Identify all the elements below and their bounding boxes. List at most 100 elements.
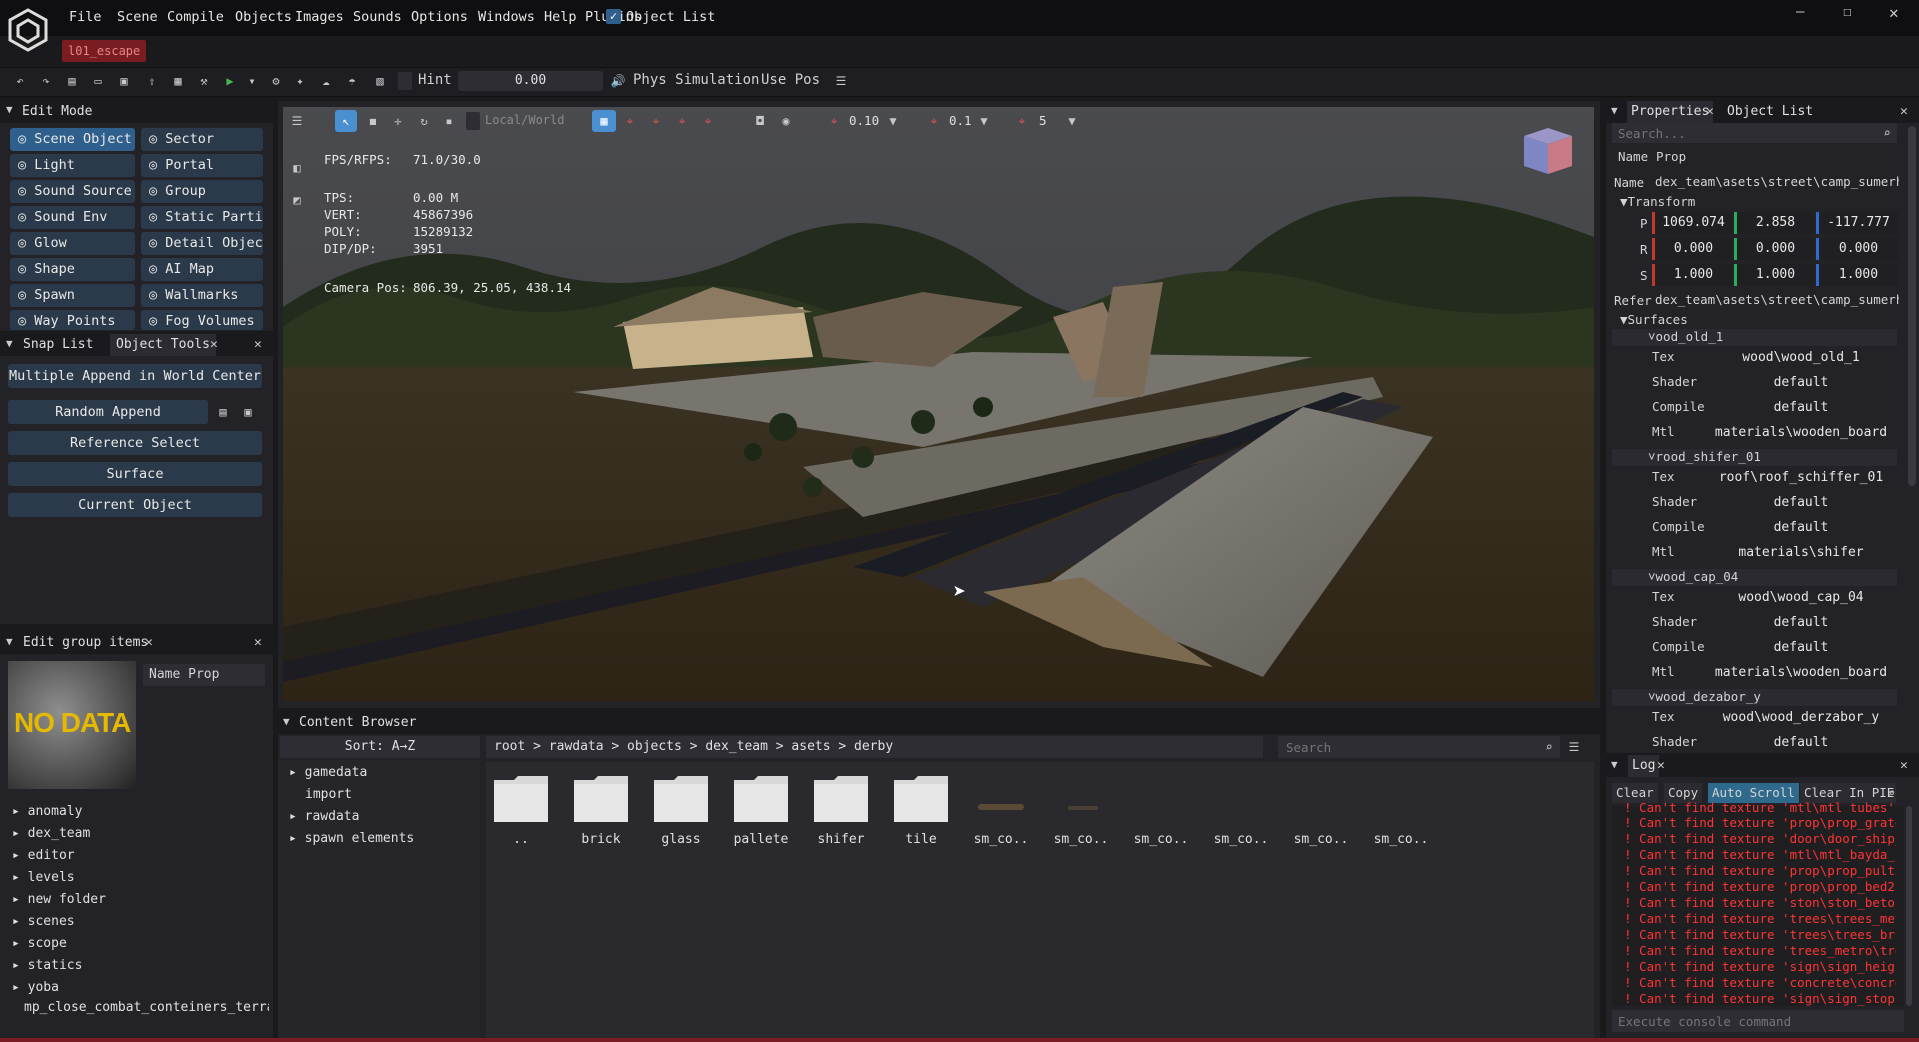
position-x[interactable]: 1069.074: [1652, 212, 1732, 234]
3d-viewport[interactable]: [283, 107, 1594, 701]
rotation-x[interactable]: 0.000: [1652, 238, 1732, 260]
tab-log[interactable]: Log: [1628, 755, 1660, 777]
mtl-value[interactable]: materials\shifer: [1706, 542, 1896, 564]
hamburger-menu-icon[interactable]: ☰: [289, 113, 305, 129]
random-append-button[interactable]: Random Append: [8, 400, 208, 424]
collapse-icon[interactable]: ▼: [1611, 104, 1618, 117]
dropdown-icon[interactable]: ▼: [1064, 113, 1080, 129]
redo-icon[interactable]: ↷: [38, 73, 54, 89]
scale-tool-icon[interactable]: ▪: [441, 113, 457, 129]
close-icon[interactable]: ✕: [1889, 3, 1899, 22]
mode-scene-object[interactable]: ◎ Scene Object: [10, 128, 135, 151]
eye-icon[interactable]: ◉: [778, 113, 794, 129]
tree-import[interactable]: import: [305, 787, 352, 802]
folder-icon[interactable]: [492, 772, 550, 824]
current-object-button[interactable]: Current Object: [8, 493, 262, 517]
dropdown-icon[interactable]: ▼: [976, 113, 992, 129]
position-y[interactable]: 2.858: [1734, 212, 1814, 234]
properties-scrollbar[interactable]: [1908, 126, 1916, 486]
position-z[interactable]: -117.777: [1816, 212, 1898, 234]
surface-button[interactable]: Surface: [8, 462, 262, 486]
close-tab-icon[interactable]: ✕: [1657, 758, 1665, 773]
menu-file[interactable]: File: [69, 9, 102, 25]
close-panel-icon[interactable]: ✕: [254, 337, 262, 352]
mode-spawn-element[interactable]: ◎ Spawn Element: [10, 284, 135, 326]
tree-item[interactable]: ▸ yoba: [12, 980, 59, 995]
tab-properties[interactable]: Properties: [1627, 101, 1714, 123]
compile-value[interactable]: default: [1706, 517, 1896, 539]
ai-icon[interactable]: ☁: [318, 73, 334, 89]
properties-search-input[interactable]: [1612, 123, 1897, 143]
surface-header[interactable]: ˅wood_dezabor_y: [1612, 689, 1897, 706]
shader-value[interactable]: default: [1706, 612, 1896, 634]
search-icon[interactable]: ⌕: [1541, 739, 1557, 755]
mode-glow[interactable]: ◎ Glow: [10, 232, 135, 255]
maximize-icon[interactable]: ☐: [1843, 4, 1851, 20]
menu-images[interactable]: Images: [295, 9, 344, 25]
lighting-icon[interactable]: ✦: [292, 73, 308, 89]
new-file-icon[interactable]: ▤: [64, 73, 80, 89]
collapse-icon[interactable]: ▼: [6, 103, 13, 116]
shader-value[interactable]: default: [1706, 732, 1896, 754]
search-icon[interactable]: ⌕: [1888, 786, 1895, 800]
shader-value[interactable]: default: [1706, 372, 1896, 394]
collapse-icon[interactable]: ▼: [1611, 758, 1618, 771]
snap-surface-icon[interactable]: ⌖: [700, 113, 716, 129]
tex-value[interactable]: wood\wood_derzabor_y: [1706, 707, 1896, 729]
mode-group[interactable]: ◎ Group: [141, 180, 263, 203]
close-panel-icon[interactable]: ✕: [254, 635, 262, 650]
tex-value[interactable]: wood\wood_old_1: [1706, 347, 1896, 369]
folder-icon[interactable]: [572, 772, 630, 824]
tree-item[interactable]: ▸ statics: [12, 958, 82, 973]
mode-light[interactable]: ◎ Light: [10, 154, 135, 177]
mode-portal[interactable]: ◎ Portal: [141, 154, 263, 177]
close-tab-icon[interactable]: ✕: [145, 635, 153, 650]
level-tab[interactable]: l01_escape: [62, 40, 147, 62]
surface-header[interactable]: ˅ood_old_1: [1612, 329, 1897, 346]
file-icon[interactable]: ▤: [215, 404, 231, 420]
menu-objects[interactable]: Objects: [235, 9, 292, 25]
surfaces-section[interactable]: ▼Surfaces: [1620, 312, 1688, 327]
rotate-snap-icon[interactable]: ⌖: [926, 113, 942, 129]
scale-snap-icon[interactable]: ⌖: [1014, 113, 1030, 129]
surface-header[interactable]: ˅wood_cap_04: [1612, 569, 1897, 586]
compile-value[interactable]: default: [1706, 637, 1896, 659]
snap-vertex-icon[interactable]: ⌖: [648, 113, 664, 129]
speaker-icon[interactable]: 🔊: [610, 73, 626, 89]
tex-value[interactable]: wood\wood_cap_04: [1706, 587, 1896, 609]
open-folder-icon[interactable]: ▭: [90, 73, 106, 89]
move-tool-icon[interactable]: ✛: [390, 113, 406, 129]
list-icon[interactable]: ☰: [833, 73, 849, 89]
rotation-z[interactable]: 0.000: [1816, 238, 1898, 260]
menu-options[interactable]: Options: [411, 9, 468, 25]
tree-item[interactable]: ▸ editor: [12, 848, 75, 863]
mode-wallmarks[interactable]: ◎ Wallmarks: [141, 284, 263, 307]
folder-icon[interactable]: [652, 772, 710, 824]
scale-z[interactable]: 1.000: [1816, 264, 1898, 286]
tree-item[interactable]: ▸ scope: [12, 936, 67, 951]
menu-help[interactable]: Help: [544, 9, 577, 25]
move-snap-value[interactable]: 0.10: [849, 113, 879, 128]
mtl-value[interactable]: materials\wooden_board: [1706, 422, 1896, 444]
hint-checkbox[interactable]: [398, 72, 412, 90]
game-icon[interactable]: ☂: [344, 73, 360, 89]
collapse-icon[interactable]: ▼: [283, 715, 290, 728]
close-panel-icon[interactable]: ✕: [1900, 758, 1908, 773]
tree-item[interactable]: ▸ scenes: [12, 914, 75, 929]
mode-shape[interactable]: ◎ Shape: [10, 258, 135, 281]
close-panel-icon[interactable]: ✕: [1900, 104, 1908, 119]
menu-scene[interactable]: Scene: [117, 9, 158, 25]
use-pos-button[interactable]: Use Pos: [761, 72, 820, 88]
search-icon[interactable]: ⌕: [1879, 125, 1895, 141]
tab-snap-list[interactable]: Snap List: [23, 337, 93, 352]
scale-x[interactable]: 1.000: [1652, 264, 1732, 286]
mode-detail-objects[interactable]: ◎ Detail Objects: [141, 232, 263, 255]
tree-item[interactable]: ▸ anomaly: [12, 804, 82, 819]
mode-sound-source[interactable]: ◎ Sound Source: [10, 180, 135, 203]
phys-simulation-button[interactable]: Phys Simulation: [633, 72, 759, 88]
rotation-y[interactable]: 0.000: [1734, 238, 1814, 260]
name-value[interactable]: dex_team\asets\street\camp_sumerh: [1655, 174, 1899, 189]
breadcrumb-path[interactable]: root > rawdata > objects > dex_team > as…: [486, 736, 1263, 758]
menu-windows[interactable]: Windows: [478, 9, 535, 25]
view-cube-icon[interactable]: [1518, 124, 1578, 179]
